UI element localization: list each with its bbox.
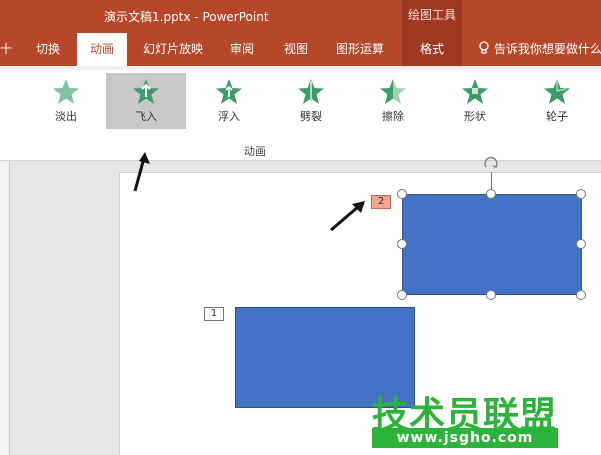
star-split-icon (298, 79, 324, 104)
tell-me-label: 告诉我你想要做什么 (493, 42, 601, 56)
document-title: 演示文稿1.pptx - PowerPoint (104, 10, 269, 24)
resize-handle-bottom-right[interactable] (576, 290, 586, 300)
animation-shape[interactable]: 形状 (442, 73, 508, 129)
animation-wipe[interactable]: 擦除 (360, 73, 426, 129)
animation-order-tag-1[interactable]: 1 (204, 307, 224, 321)
ribbon-tabs: 十 切换 动画 幻灯片放映 审阅 视图 图形运算 格式 告诉我你想要做什么 (0, 33, 601, 66)
star-fly-in-icon (133, 79, 159, 104)
animation-split[interactable]: 劈裂 (278, 73, 344, 129)
resize-handle-bottom-left[interactable] (397, 290, 407, 300)
drawing-tools-header: 绘图工具 (402, 0, 462, 33)
resize-handle-top-left[interactable] (397, 189, 407, 199)
resize-handle-top-right[interactable] (576, 189, 586, 199)
animation-wheel[interactable]: 轮子 (524, 73, 590, 129)
thumbnail-pane[interactable] (0, 161, 10, 455)
animation-fly-in[interactable]: 飞入 (106, 73, 186, 129)
animation-label: 轮子 (546, 110, 568, 123)
animation-fade[interactable]: 淡出 (33, 73, 99, 129)
annotation-arrow-icon (330, 201, 365, 232)
animation-label: 淡出 (55, 110, 77, 123)
tab-slideshow[interactable]: 幻灯片放映 (143, 33, 203, 66)
tab-transitions[interactable]: 切换 (36, 33, 60, 66)
tab-partial[interactable]: 十 (0, 33, 12, 66)
star-wipe-icon (380, 79, 406, 104)
animation-float-in[interactable]: 浮入 (196, 73, 262, 129)
watermark-url: www.jsgho.com (372, 428, 558, 448)
tab-review[interactable]: 审阅 (230, 33, 254, 66)
lightbulb-icon (479, 41, 489, 54)
tab-shape-ops[interactable]: 图形运算 (336, 33, 384, 66)
title-bar: 演示文稿1.pptx - PowerPoint (0, 0, 601, 33)
resize-handle-top[interactable] (486, 189, 496, 199)
tab-animations[interactable]: 动画 (77, 33, 127, 66)
animation-label: 形状 (464, 110, 486, 123)
tab-format[interactable]: 格式 (420, 33, 444, 66)
star-shape-icon (462, 79, 488, 104)
group-label-text: 动画 (244, 145, 266, 158)
animation-group-label: 动画 (0, 141, 601, 159)
ribbon-separator (0, 66, 601, 70)
animation-label: 擦除 (382, 110, 404, 123)
rotate-icon[interactable] (481, 153, 501, 173)
animation-label: 浮入 (218, 110, 240, 123)
star-float-in-icon (216, 79, 242, 104)
tell-me-search[interactable]: 告诉我你想要做什么 (478, 33, 601, 66)
watermark: 技术员联盟 www.jsgho.com (372, 386, 562, 452)
tab-view[interactable]: 视图 (284, 33, 308, 66)
star-fade-icon (53, 79, 79, 104)
animation-label: 劈裂 (300, 110, 322, 123)
annotation-arrow-icon (133, 152, 150, 192)
resize-handle-right[interactable] (576, 239, 586, 249)
animation-order-tag-2[interactable]: 2 (371, 195, 391, 209)
animation-label: 飞入 (135, 110, 157, 123)
star-wheel-icon (544, 79, 570, 104)
resize-handle-bottom[interactable] (486, 290, 496, 300)
resize-handle-left[interactable] (397, 239, 407, 249)
rectangle-shape-2-selected[interactable] (402, 194, 582, 295)
